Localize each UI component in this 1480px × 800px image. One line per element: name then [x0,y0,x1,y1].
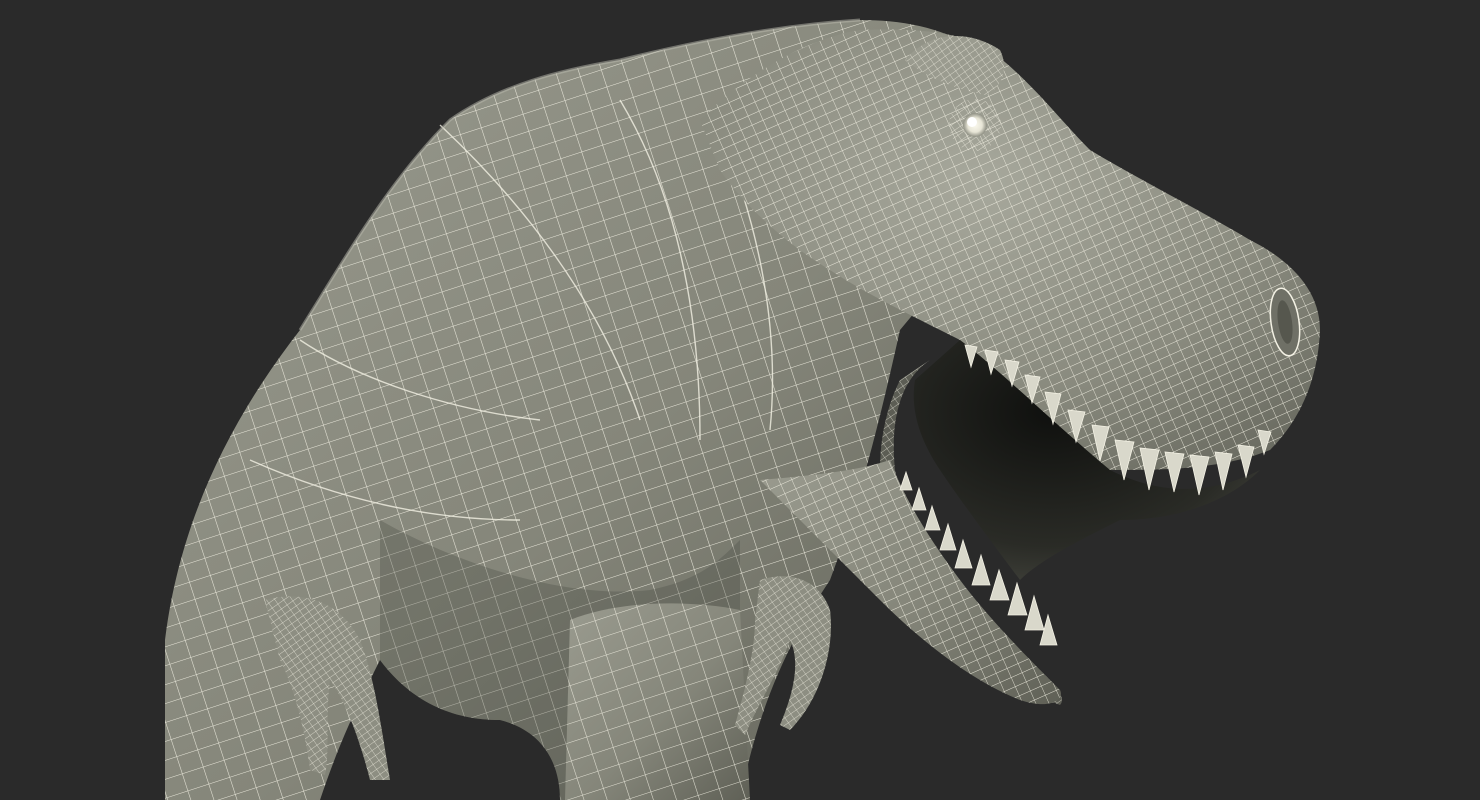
trex-wireframe-render [165,18,1320,800]
3d-viewport[interactable] [0,0,1480,800]
trex-eye [949,99,1001,151]
